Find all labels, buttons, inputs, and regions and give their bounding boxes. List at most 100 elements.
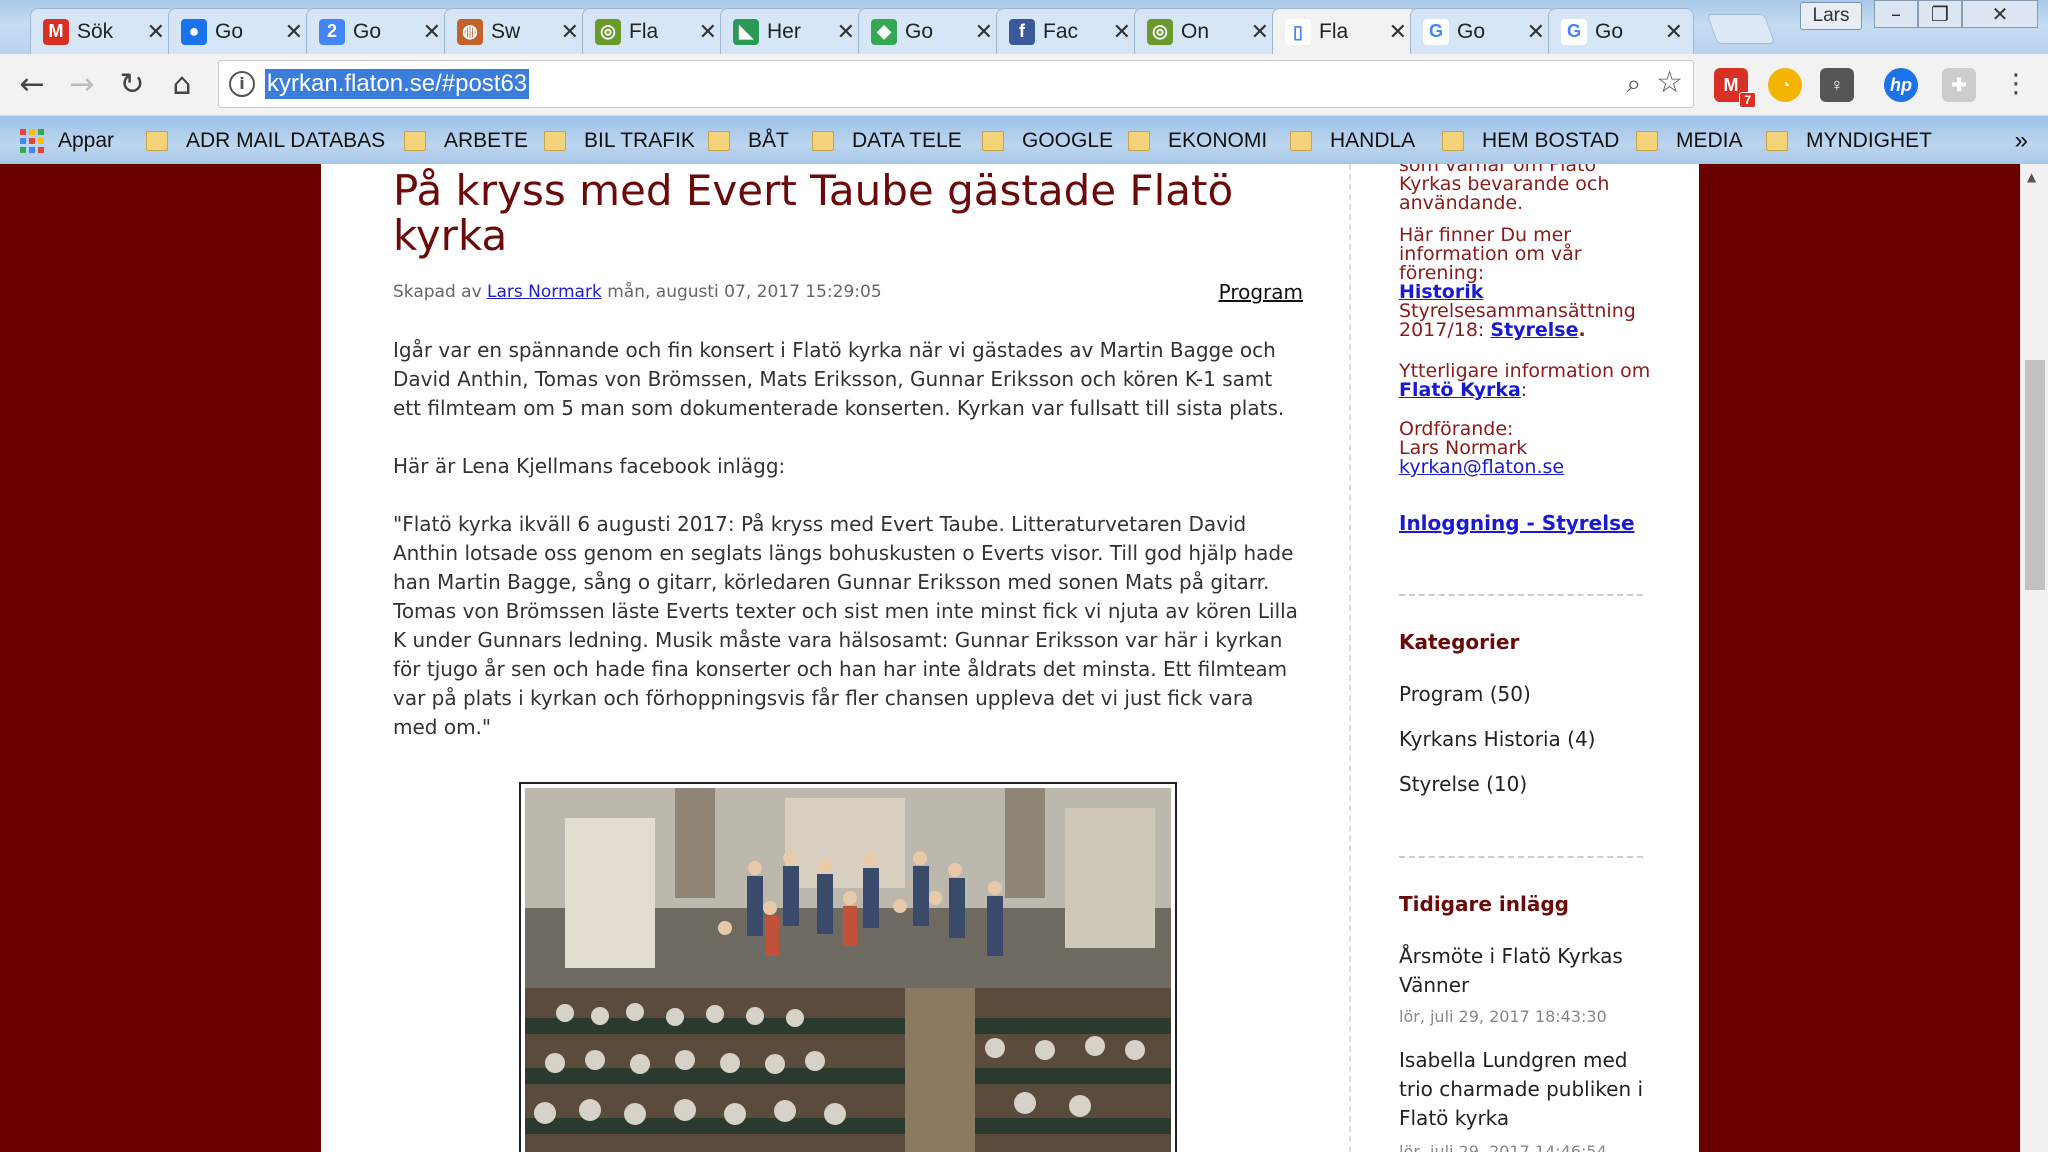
close-icon[interactable]: ✕ [561, 19, 579, 45]
maps-icon: ◆ [871, 18, 897, 45]
browser-tab[interactable]: ◣ Her ✕ [720, 8, 866, 54]
browser-tab[interactable]: ▯ Fla ✕ [1272, 8, 1418, 55]
close-icon[interactable]: ✕ [1251, 19, 1269, 45]
flato-kyrka-link[interactable]: Flatö Kyrka [1399, 379, 1521, 401]
document-icon: ▯ [1285, 19, 1311, 45]
bookmark-label: HEM BOSTAD [1482, 129, 1620, 152]
browser-tab[interactable]: G Go ✕ [1410, 8, 1556, 54]
category-item[interactable]: Kyrkans Historia (4) [1399, 725, 1649, 754]
bookmark-folder[interactable]: MYNDIGHET [1766, 124, 1932, 158]
login-link[interactable]: Inloggning - Styrelse [1399, 511, 1635, 535]
browser-tab[interactable]: G Go ✕ [1548, 8, 1694, 54]
close-icon[interactable]: ✕ [1665, 19, 1683, 45]
bookmark-folder[interactable]: HEM BOSTAD [1442, 124, 1619, 158]
home-icon[interactable]: ⌂ [162, 64, 202, 104]
close-window-button[interactable]: ✕ [1962, 0, 2038, 28]
category-item[interactable]: Styrelse (10) [1399, 770, 1649, 799]
bookmark-folder[interactable]: EKONOMI [1128, 124, 1267, 158]
close-icon[interactable]: ✕ [147, 19, 165, 45]
bookmark-folder[interactable]: BIL TRAFIK [544, 124, 695, 158]
bookmark-label: ARBETE [444, 129, 529, 152]
close-icon[interactable]: ✕ [837, 19, 855, 45]
earlier-post-link[interactable]: Isabella Lundgren med trio charmade publ… [1399, 1046, 1649, 1133]
earlier-post-date: lör, juli 29, 2017 18:43:30 [1399, 1007, 1607, 1026]
bookmark-folder[interactable]: GOOGLE [982, 124, 1113, 158]
bookmark-folder[interactable]: BÅT [708, 124, 789, 158]
page-scrollbar[interactable]: ▲ [2020, 164, 2048, 1152]
close-icon[interactable]: ✕ [285, 19, 303, 45]
browser-tab[interactable]: ◆ Go ✕ [858, 8, 1004, 54]
bookmark-label: GOOGLE [1022, 129, 1114, 152]
close-icon[interactable]: ✕ [1527, 19, 1545, 45]
category-item[interactable]: Program (50) [1399, 680, 1649, 709]
site-icon: ◎ [1147, 18, 1173, 45]
post-meta: Skapad av Lars Normark mån, augusti 07, … [393, 280, 1303, 304]
bookmark-folder[interactable]: HANDLA [1290, 124, 1415, 158]
bookmark-label: BIL TRAFIK [584, 129, 695, 152]
browser-tab[interactable]: ◎ On ✕ [1134, 8, 1280, 54]
meta-prefix: Skapad av [393, 282, 482, 302]
browser-tab[interactable]: f Fac ✕ [996, 8, 1142, 54]
menu-icon[interactable]: ⋮ [1996, 64, 2036, 104]
bookmark-apps[interactable]: Appar [20, 124, 114, 158]
new-tab-button[interactable] [1706, 14, 1776, 44]
back-icon[interactable]: ← [12, 64, 52, 104]
minimize-button[interactable]: – [1874, 0, 1918, 28]
browser-tab[interactable]: ● Go ✕ [168, 8, 314, 54]
styrelse-link[interactable]: Styrelse [1490, 319, 1578, 341]
scroll-up-icon[interactable]: ▲ [2027, 170, 2036, 184]
close-icon[interactable]: ✕ [1113, 19, 1131, 45]
tab-title: Go [1457, 19, 1486, 43]
tab-title: Sw [491, 19, 521, 43]
tab-title: Go [1595, 19, 1624, 43]
browser-tab[interactable]: 2 Go ✕ [306, 8, 452, 54]
gmail-extension-icon[interactable]: M 7 [1714, 68, 1756, 108]
calendar-icon: 2 [319, 18, 345, 45]
bookmarks-overflow-icon[interactable]: » [2015, 124, 2028, 158]
concert-photo [519, 782, 1177, 1152]
browser-tab[interactable]: M Sök ✕ [30, 8, 176, 54]
bookmark-folder[interactable]: ADR MAIL DATABAS [146, 124, 385, 158]
tab-strip: Lars – ❐ ✕ M Sök ✕ ● Go ✕ 2 Go ✕ ◍ Sw ✕ ◎ Fla ✕ ◣ Her ✕ ◆ G… [0, 0, 2048, 55]
folder-icon [1442, 131, 1464, 151]
sidebar-divider [1399, 856, 1643, 858]
bookmark-label: MEDIA [1676, 129, 1743, 152]
tab-title: Go [905, 19, 934, 43]
browser-tab[interactable]: ◎ Fla ✕ [582, 8, 728, 54]
url-text[interactable]: kyrkan.flaton.se/#post63 [265, 69, 530, 99]
info-icon[interactable]: i [229, 71, 255, 97]
globe-icon: ◍ [457, 18, 483, 45]
browser-tab[interactable]: ◍ Sw ✕ [444, 8, 590, 54]
tab-title: Fla [1319, 20, 1349, 43]
close-icon[interactable]: ✕ [423, 19, 441, 45]
zoom-icon[interactable]: ⌕ [1626, 69, 1641, 100]
close-icon[interactable]: ✕ [699, 19, 717, 45]
folder-icon [812, 131, 834, 151]
email-link[interactable]: kyrkan@flaton.se [1399, 456, 1564, 478]
puzzle-extension-icon[interactable]: ✚ [1942, 68, 1976, 102]
bookmark-star-icon[interactable]: ☆ [1656, 65, 1683, 100]
forward-icon[interactable]: → [62, 64, 102, 104]
profile-button[interactable]: Lars [1800, 2, 1862, 30]
tab-title: Go [215, 19, 244, 43]
maximize-button[interactable]: ❐ [1918, 0, 1962, 28]
folder-icon [1766, 131, 1788, 151]
bookmark-folder[interactable]: ARBETE [404, 124, 528, 158]
close-icon[interactable]: ✕ [1389, 19, 1407, 45]
earlier-post-link[interactable]: Årsmöte i Flatö Kyrkas Vänner [1399, 942, 1649, 1000]
author-link[interactable]: Lars Normark [487, 282, 602, 302]
sidebar-intro: som värnar om Flatö Kyrkas bevarande och… [1399, 164, 1610, 214]
sidebar-more-info: Ytterligare information om Flatö Kyrka: [1399, 360, 1651, 401]
lightbulb-extension-icon[interactable]: ♀ [1820, 68, 1854, 102]
address-bar[interactable]: i kyrkan.flaton.se/#post63 ⌕ ☆ [218, 60, 1694, 108]
reload-icon[interactable]: ↻ [112, 64, 152, 104]
folder-icon [1636, 131, 1658, 151]
hp-extension-icon[interactable]: hp [1884, 68, 1918, 102]
extension-icon[interactable]: ◔ [1768, 68, 1802, 102]
bookmark-folder[interactable]: DATA TELE [812, 124, 962, 158]
category-link[interactable]: Program [1219, 280, 1303, 304]
bookmark-folder[interactable]: MEDIA [1636, 124, 1743, 158]
scrollbar-thumb[interactable] [2025, 360, 2045, 590]
tab-title: Go [353, 19, 382, 43]
close-icon[interactable]: ✕ [975, 19, 993, 45]
